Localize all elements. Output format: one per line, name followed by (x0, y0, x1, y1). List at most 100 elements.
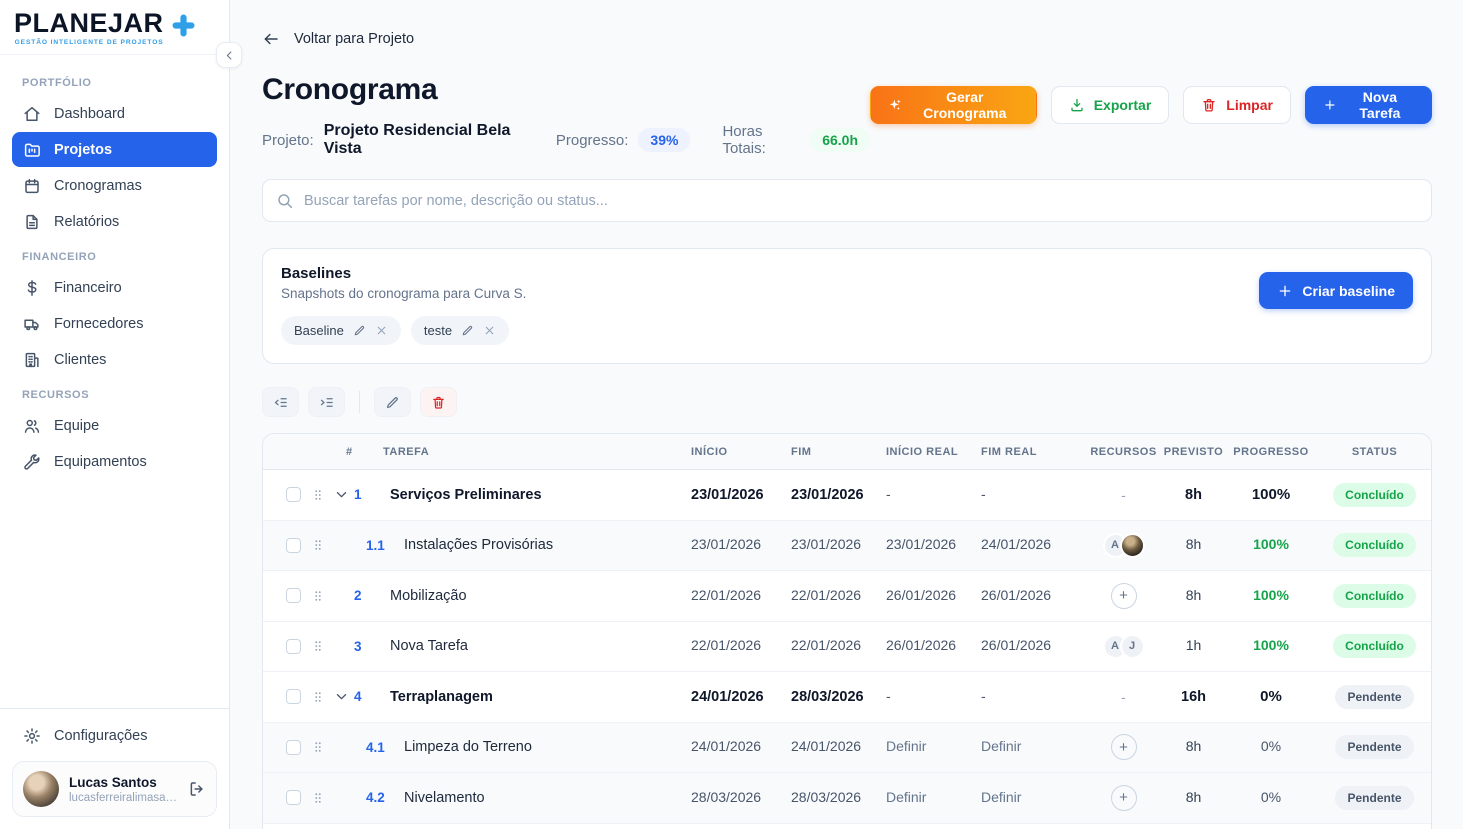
drag-handle-icon[interactable] (311, 537, 325, 553)
resource-avatars[interactable]: AJ (1103, 634, 1145, 659)
date-cell[interactable]: Definir (981, 738, 1021, 754)
table-row-task-4.2[interactable]: 4.2Nivelamento28/03/202628/03/2026Defini… (263, 773, 1431, 824)
plus-icon (1277, 283, 1293, 299)
sidebar-item-fornecedores[interactable]: Fornecedores (12, 306, 217, 341)
date-cell: 26/01/2026 (981, 637, 1051, 653)
table-row-task-5[interactable]: 5Fundações17/03/202617/03/202622/01/2026… (263, 824, 1431, 829)
resource-avatars[interactable]: A (1103, 533, 1145, 558)
toolbar-divider (359, 391, 360, 413)
sidebar-item-financeiro[interactable]: Financeiro (12, 270, 217, 305)
row-checkbox[interactable] (286, 538, 301, 553)
planned-hours: 8h (1186, 789, 1202, 805)
baseline-chip-baseline[interactable]: Baseline (281, 316, 401, 345)
hours-badge: 66.0h (810, 128, 870, 152)
search-input[interactable] (304, 193, 1418, 209)
task-number: 4 (354, 689, 375, 704)
resources-empty: - (1121, 689, 1126, 705)
drag-handle-icon[interactable] (311, 790, 325, 806)
logout-icon[interactable] (188, 780, 206, 798)
sidebar-item-label: Equipe (54, 418, 99, 434)
task-number: 1 (354, 487, 375, 502)
outdent-button[interactable] (262, 387, 299, 417)
table-row-task-3[interactable]: 3Nova Tarefa22/01/202622/01/202626/01/20… (263, 622, 1431, 673)
task-number: 2 (354, 588, 375, 603)
date-cell: - (886, 688, 891, 704)
edit-task-button[interactable] (374, 387, 411, 417)
page-title: Cronograma (262, 73, 870, 107)
search-icon (276, 192, 294, 210)
row-checkbox[interactable] (286, 790, 301, 805)
sidebar-item-relatorios[interactable]: Relatórios (12, 204, 217, 239)
pencil-icon[interactable] (461, 324, 474, 337)
sidebar-collapse-button[interactable] (216, 42, 242, 68)
task-name: Nova Tarefa (390, 638, 468, 654)
drag-handle-icon[interactable] (311, 689, 325, 705)
date-cell: 23/01/2026 (886, 536, 956, 552)
chevron-down-icon[interactable] (334, 689, 349, 704)
date-cell: 23/01/2026 (691, 487, 764, 503)
sidebar-item-equipamentos[interactable]: Equipamentos (12, 444, 217, 479)
drag-handle-icon[interactable] (311, 638, 325, 654)
row-checkbox[interactable] (286, 689, 301, 704)
task-number: 4.2 (366, 790, 392, 805)
table-row-task-1[interactable]: 1Serviços Preliminares23/01/202623/01/20… (263, 470, 1431, 521)
add-resource-button[interactable]: + (1111, 785, 1137, 811)
arrow-left-icon (262, 30, 280, 48)
task-name: Mobilização (390, 588, 467, 604)
drag-handle-icon[interactable] (311, 588, 325, 604)
sidebar-bottom: Configurações Lucas Santos lucasferreira… (0, 708, 229, 829)
date-cell: - (981, 688, 986, 704)
back-link[interactable]: Voltar para Projeto (262, 30, 1432, 48)
delete-task-button[interactable] (420, 387, 457, 417)
export-button[interactable]: Exportar (1051, 86, 1170, 124)
row-checkbox[interactable] (286, 588, 301, 603)
col-header-inicio: INÍCIO (691, 446, 791, 458)
date-cell[interactable]: Definir (886, 789, 926, 805)
date-cell: 22/01/2026 (791, 587, 861, 603)
users-icon (23, 417, 41, 435)
sidebar-item-projetos[interactable]: Projetos (12, 132, 217, 167)
table-row-task-4.1[interactable]: 4.1Limpeza do Terreno24/01/202624/01/202… (263, 723, 1431, 774)
baseline-chip-teste[interactable]: teste (411, 316, 509, 345)
drag-handle-icon[interactable] (311, 487, 325, 503)
close-icon[interactable] (483, 324, 496, 337)
status-badge: Concluído (1333, 533, 1416, 557)
generate-schedule-button[interactable]: Gerar Cronograma (870, 86, 1037, 124)
table-row-task-1.1[interactable]: 1.1Instalações Provisórias23/01/202623/0… (263, 521, 1431, 572)
sidebar-item-dashboard[interactable]: Dashboard (12, 96, 217, 131)
task-name: Terraplanagem (390, 689, 493, 705)
date-cell[interactable]: Definir (886, 738, 926, 754)
indent-button[interactable] (308, 387, 345, 417)
close-icon[interactable] (375, 324, 388, 337)
row-checkbox[interactable] (286, 639, 301, 654)
table-row-task-4[interactable]: 4Terraplanagem24/01/202628/03/2026---16h… (263, 672, 1431, 723)
sidebar-item-clientes[interactable]: Clientes (12, 342, 217, 377)
task-toolbar (262, 387, 1432, 417)
new-task-button[interactable]: Nova Tarefa (1305, 86, 1432, 124)
add-resource-button[interactable]: + (1111, 583, 1137, 609)
table-row-task-2[interactable]: 2Mobilização22/01/202622/01/202626/01/20… (263, 571, 1431, 622)
date-cell: 23/01/2026 (791, 487, 864, 503)
baseline-chip-label: Baseline (294, 323, 344, 338)
sidebar-item-cronogramas[interactable]: Cronogramas (12, 168, 217, 203)
drag-handle-icon[interactable] (311, 739, 325, 755)
sidebar-item-equipe[interactable]: Equipe (12, 408, 217, 443)
row-checkbox[interactable] (286, 487, 301, 502)
main-content: Voltar para Projeto Cronograma Projeto: … (230, 0, 1463, 829)
date-cell: 23/01/2026 (691, 536, 761, 552)
baselines-card: Baselines Snapshots do cronograma para C… (262, 248, 1432, 364)
date-cell[interactable]: Definir (981, 789, 1021, 805)
avatar (23, 771, 59, 807)
chevron-down-icon[interactable] (334, 487, 349, 502)
add-resource-button[interactable]: + (1111, 734, 1137, 760)
clear-button[interactable]: Limpar (1183, 86, 1291, 124)
row-checkbox[interactable] (286, 740, 301, 755)
create-baseline-button[interactable]: Criar baseline (1259, 272, 1413, 309)
user-email: lucasferreiralimasant... (69, 792, 178, 804)
user-card[interactable]: Lucas Santos lucasferreiralimasant... (12, 761, 217, 817)
back-label: Voltar para Projeto (294, 31, 414, 47)
pencil-icon[interactable] (353, 324, 366, 337)
search-bar (262, 179, 1432, 222)
planned-hours: 8h (1186, 738, 1202, 754)
sidebar-item-configuracoes[interactable]: Configurações (12, 719, 217, 753)
